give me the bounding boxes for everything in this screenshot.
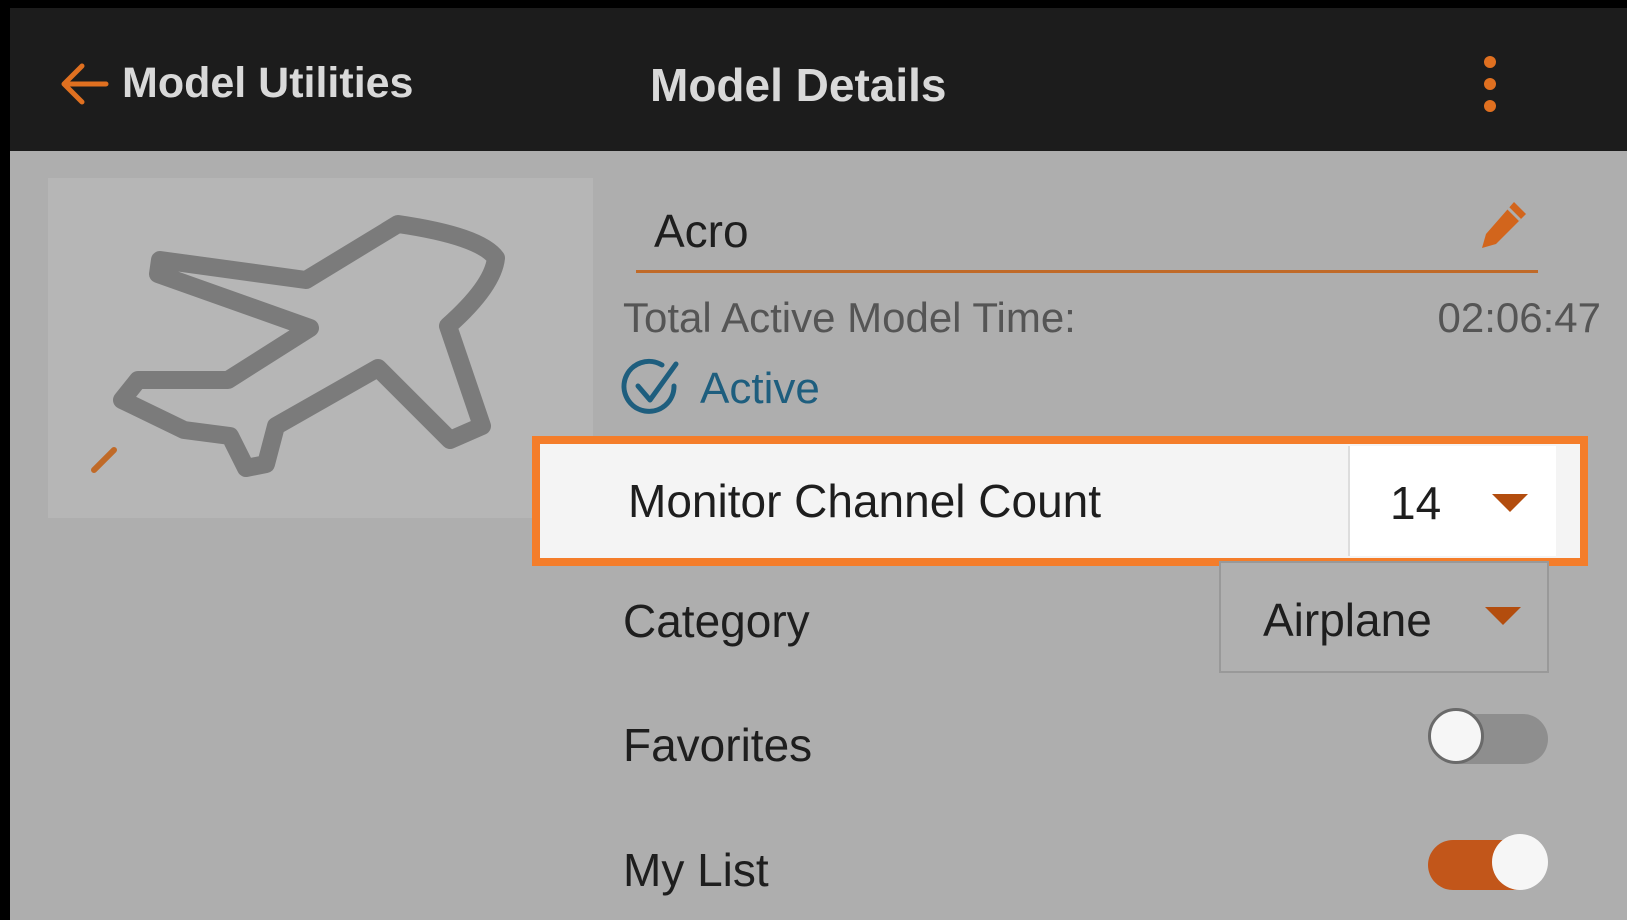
page-title: Model Details (650, 59, 947, 111)
more-vertical-icon[interactable] (1475, 52, 1505, 116)
category-value: Airplane (1263, 594, 1432, 646)
my-list-label: My List (623, 844, 769, 896)
screen: Model Utilities Model Details Acro Total… (10, 8, 1627, 920)
model-name: Acro (654, 205, 749, 257)
model-image[interactable] (48, 178, 593, 518)
model-name-field[interactable]: Acro (636, 188, 1538, 273)
back-label[interactable]: Model Utilities (122, 59, 413, 108)
chevron-down-icon (1492, 494, 1528, 512)
category-dropdown[interactable]: Airplane (1219, 561, 1549, 673)
favorites-toggle[interactable] (1428, 708, 1548, 772)
my-list-toggle[interactable] (1428, 834, 1548, 898)
monitor-channel-count-dropdown[interactable]: 14 (1348, 446, 1556, 556)
app-header: Model Utilities Model Details (10, 8, 1627, 151)
pencil-icon[interactable] (1478, 196, 1530, 252)
back-button[interactable] (58, 60, 110, 108)
monitor-channel-count-value: 14 (1390, 477, 1442, 529)
monitor-channel-count-row: Monitor Channel Count 14 (532, 436, 1588, 566)
chevron-down-icon (1485, 607, 1521, 625)
check-circle-icon (621, 358, 679, 414)
active-label: Active (700, 364, 820, 413)
total-time-value: 02:06:47 (1437, 294, 1602, 341)
total-time-label: Total Active Model Time: (623, 294, 1076, 341)
arrow-left-icon (61, 63, 109, 105)
favorites-label: Favorites (623, 719, 813, 771)
category-label: Category (623, 595, 810, 647)
airplane-icon (91, 215, 505, 477)
monitor-channel-count-label: Monitor Channel Count (628, 475, 1102, 527)
